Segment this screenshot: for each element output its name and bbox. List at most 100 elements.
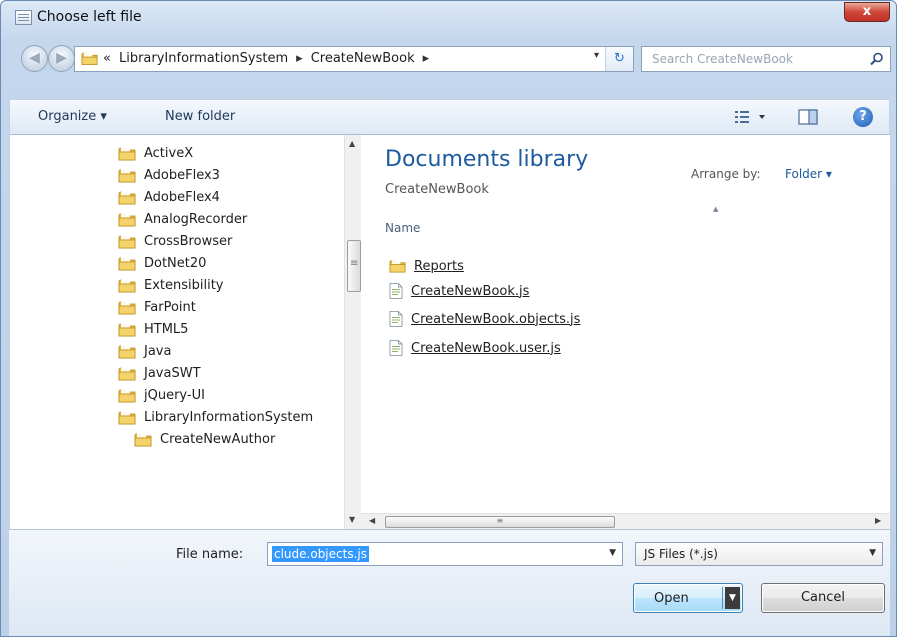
arrange-by-dropdown[interactable]: Folder ▾ xyxy=(785,167,832,181)
file-type-value: JS Files (*.js) xyxy=(644,547,718,561)
tree-item[interactable]: CreateNewAuthor xyxy=(134,428,275,450)
close-button[interactable]: x xyxy=(844,2,890,22)
folder-icon xyxy=(118,300,136,315)
tree-item[interactable]: AdobeFlex3 xyxy=(118,164,220,186)
file-name-input[interactable]: clude.objects.js ▼ xyxy=(267,542,623,566)
tree-item[interactable]: jQuery-UI xyxy=(118,384,205,406)
tree-item[interactable]: AnalogRecorder xyxy=(118,208,247,230)
file-list-item[interactable]: CreateNewBook.objects.js xyxy=(389,309,580,329)
file-list-pane: Documents library CreateNewBook Arrange … xyxy=(361,135,890,529)
folder-icon xyxy=(118,256,136,271)
file-list-item[interactable]: CreateNewBook.user.js xyxy=(389,338,561,358)
command-toolbar: Organize ▾ New folder ? xyxy=(9,99,890,135)
change-view-icon[interactable] xyxy=(733,108,769,126)
library-title: Documents library xyxy=(385,147,589,172)
tree-item[interactable]: Extensibility xyxy=(118,274,224,296)
file-name-label: CreateNewBook.objects.js xyxy=(411,311,581,327)
tree-item[interactable]: HTML5 xyxy=(118,318,188,340)
breadcrumb-overflow[interactable]: « xyxy=(103,51,119,66)
tree-item-label: HTML5 xyxy=(144,321,189,337)
tree-item-label: CrossBrowser xyxy=(144,233,233,249)
file-dialog-window: Choose left file x ◀ ▶ « LibraryInformat… xyxy=(0,0,897,637)
tree-item[interactable]: AdobeFlex4 xyxy=(118,186,220,208)
tree-item[interactable]: CrossBrowser xyxy=(118,230,232,252)
scroll-down-icon[interactable]: ▼ xyxy=(349,515,355,524)
back-arrow-icon: ◀ xyxy=(29,50,40,66)
folder-icon xyxy=(118,168,136,183)
search-icon[interactable] xyxy=(870,52,884,66)
dialog-title: Choose left file xyxy=(37,9,142,25)
folder-icon xyxy=(118,388,136,403)
help-icon[interactable]: ? xyxy=(853,107,873,127)
sort-caret-icon: ▲ xyxy=(713,205,719,213)
breadcrumb: « LibraryInformationSystem ▸ CreateNewBo… xyxy=(103,51,437,66)
breadcrumb-item[interactable]: CreateNewBook xyxy=(311,51,423,66)
tree-item[interactable]: LibraryInformationSystem xyxy=(118,406,313,428)
folder-icon xyxy=(118,366,136,381)
tree-item[interactable]: JavaSWT xyxy=(118,362,201,384)
address-bar[interactable]: « LibraryInformationSystem ▸ CreateNewBo… xyxy=(74,46,634,72)
scroll-thumb[interactable] xyxy=(347,240,361,292)
content-horizontal-scrollbar[interactable]: ◀ ≡ ▶ xyxy=(361,513,890,529)
scroll-right-icon[interactable]: ▶ xyxy=(875,516,881,525)
folder-icon xyxy=(134,432,152,447)
scroll-thumb[interactable]: ≡ xyxy=(385,516,615,528)
title-bar[interactable]: Choose left file x xyxy=(1,1,896,37)
folder-icon xyxy=(118,146,136,161)
cancel-button[interactable]: Cancel xyxy=(761,583,885,613)
tree-item-label: ActiveX xyxy=(144,145,194,161)
tree-item[interactable]: ActiveX xyxy=(118,142,193,164)
dialog-icon xyxy=(15,10,32,25)
folder-tree: ActiveX AdobeFlex3 AdobeFlex4 AnalogReco… xyxy=(10,135,344,529)
back-button[interactable]: ◀ xyxy=(21,45,48,72)
tree-item-label: LibraryInformationSystem xyxy=(144,409,314,425)
tree-item[interactable]: Java xyxy=(118,340,171,362)
navigation-pane: ActiveX AdobeFlex3 AdobeFlex4 AnalogReco… xyxy=(9,135,362,529)
file-list-item[interactable]: Reports xyxy=(389,256,464,276)
scroll-up-icon[interactable]: ▲ xyxy=(349,139,355,148)
arrange-by-label: Arrange by: xyxy=(691,167,761,181)
folder-icon xyxy=(118,190,136,205)
tree-item-label: AnalogRecorder xyxy=(144,211,248,227)
folder-icon xyxy=(389,258,406,274)
tree-item[interactable]: DotNet20 xyxy=(118,252,206,274)
tree-item-label: FarPoint xyxy=(144,299,196,315)
refresh-button[interactable]: ↻ xyxy=(605,47,633,71)
open-split-divider xyxy=(722,587,723,609)
tree-item-label: AdobeFlex3 xyxy=(144,167,220,183)
address-dropdown-icon[interactable]: ▾ xyxy=(594,50,599,61)
file-name-label: Reports xyxy=(414,258,464,274)
scroll-left-icon[interactable]: ◀ xyxy=(369,516,375,525)
folder-icon xyxy=(118,410,136,425)
new-folder-button[interactable]: New folder xyxy=(165,109,235,124)
file-list-item[interactable]: CreateNewBook.js xyxy=(389,281,529,301)
file-type-dropdown-icon[interactable]: ▼ xyxy=(869,548,876,558)
js-file-icon xyxy=(389,311,403,327)
file-name-dropdown-icon[interactable]: ▼ xyxy=(609,548,616,558)
folder-icon xyxy=(118,234,136,249)
organize-button[interactable]: Organize ▾ xyxy=(38,109,107,124)
dialog-footer: File name: clude.objects.js ▼ JS Files (… xyxy=(9,529,890,636)
preview-pane-icon[interactable] xyxy=(797,108,819,126)
open-button[interactable]: Open ▼ xyxy=(633,583,743,613)
forward-button[interactable]: ▶ xyxy=(48,45,75,72)
breadcrumb-separator-icon[interactable]: ▸ xyxy=(296,51,311,66)
folder-icon xyxy=(118,278,136,293)
file-name-label: CreateNewBook.user.js xyxy=(411,340,561,356)
folder-icon xyxy=(118,344,136,359)
tree-vertical-scrollbar[interactable]: ▲ ▼ xyxy=(344,135,362,529)
tree-item[interactable]: FarPoint xyxy=(118,296,196,318)
column-header-name[interactable]: Name xyxy=(385,221,420,235)
open-dropdown-icon[interactable]: ▼ xyxy=(725,587,740,609)
tree-item-label: AdobeFlex4 xyxy=(144,189,220,205)
search-input[interactable]: Search CreateNewBook xyxy=(641,46,891,72)
breadcrumb-separator-icon[interactable]: ▸ xyxy=(423,51,438,66)
forward-arrow-icon: ▶ xyxy=(56,50,67,66)
tree-item-label: DotNet20 xyxy=(144,255,207,271)
file-name-label: CreateNewBook.js xyxy=(411,283,530,299)
search-placeholder: Search CreateNewBook xyxy=(652,52,793,66)
js-file-icon xyxy=(389,340,403,356)
file-name-label: File name: xyxy=(176,547,244,562)
breadcrumb-item[interactable]: LibraryInformationSystem xyxy=(119,51,296,66)
file-type-select[interactable]: JS Files (*.js) ▼ xyxy=(635,542,883,566)
